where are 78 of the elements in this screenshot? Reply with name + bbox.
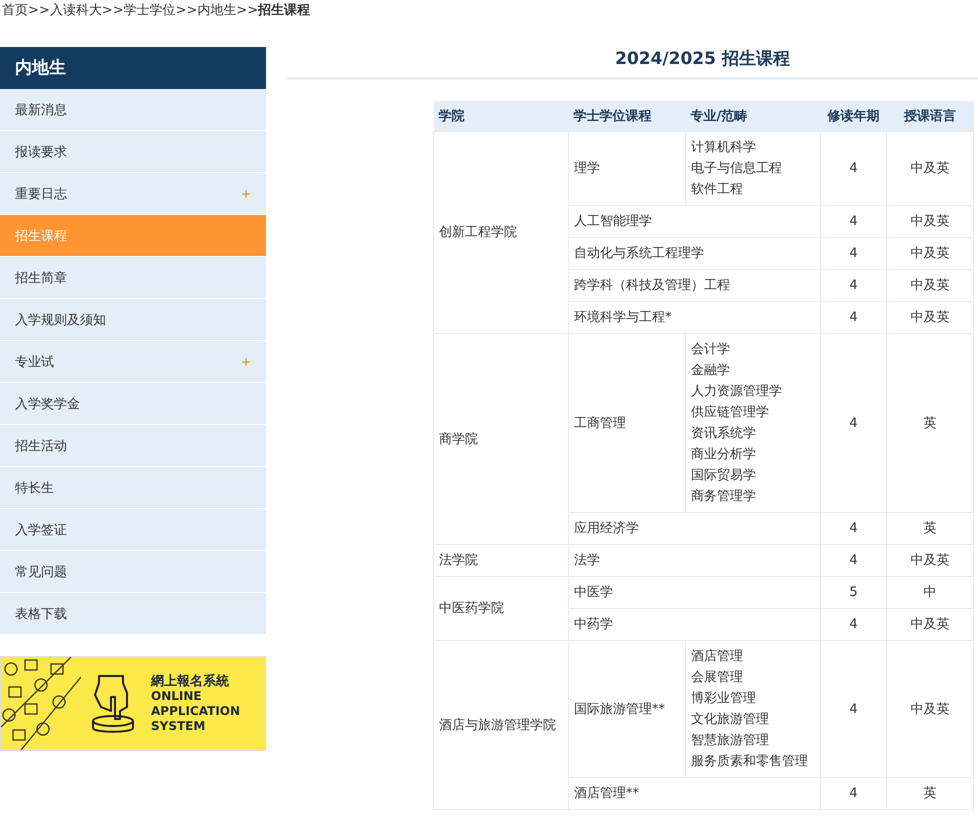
plus-icon[interactable] [242, 190, 250, 198]
column-header: 学士学位课程 [568, 101, 686, 132]
column-header: 修读年期 [820, 101, 886, 132]
programme-cell: 法学 [568, 544, 820, 576]
plus-icon[interactable] [242, 358, 250, 366]
years-cell: 4 [820, 640, 886, 778]
sidebar-item[interactable]: 招生简章 [0, 257, 266, 299]
breadcrumb-separator: >> [28, 2, 50, 18]
language-cell: 中及英 [886, 302, 974, 334]
majors-cell: 酒店管理 会展管理 博彩业管理 文化旅游管理 智慧旅游管理 服务质素和零售管理 [686, 640, 820, 778]
years-cell: 4 [820, 544, 886, 576]
banner-subtitle: APPLICATION [151, 704, 240, 718]
breadcrumb-link[interactable]: 入读科大 [50, 1, 102, 19]
language-cell: 英 [886, 334, 974, 512]
breadcrumb-link[interactable]: 内地生 [197, 1, 236, 19]
sidebar-item[interactable]: 入学规则及须知 [0, 299, 266, 341]
column-header: 授课语言 [886, 101, 974, 132]
breadcrumb-separator: >> [176, 2, 198, 18]
faculty-cell: 酒店与旅游管理学院 [434, 640, 568, 810]
breadcrumb-current: 招生课程 [258, 2, 310, 19]
years-cell: 4 [820, 238, 886, 270]
language-cell: 中及英 [886, 270, 974, 302]
majors-cell: 计算机科学 电子与信息工程 软件工程 [686, 132, 820, 206]
column-header: 学院 [434, 101, 568, 132]
programme-cell: 跨学科（科技及管理）工程 [568, 270, 820, 302]
programme-cell: 环境科学与工程* [568, 302, 820, 334]
sidebar-item[interactable]: 表格下载 [0, 593, 266, 635]
years-cell: 5 [820, 576, 886, 608]
years-cell: 4 [820, 302, 886, 334]
language-cell: 中及英 [886, 132, 974, 206]
sidebar-item[interactable]: 入学奖学金 [0, 383, 266, 425]
programme-cell: 国际旅游管理** [568, 640, 686, 778]
breadcrumb-link[interactable]: 学士学位 [124, 1, 176, 19]
years-cell: 4 [820, 132, 886, 206]
programme-cell: 应用经济学 [568, 512, 820, 544]
sidebar-item[interactable]: 报读要求 [0, 131, 266, 173]
programme-cell: 中药学 [568, 608, 820, 640]
sidebar-item[interactable]: 招生活动 [0, 425, 266, 467]
language-cell: 中及英 [886, 238, 974, 270]
banner-subtitle: SYSTEM [151, 718, 206, 734]
column-header: 专业/范畴 [686, 101, 820, 132]
language-cell: 英 [886, 512, 974, 544]
programme-cell: 中医学 [568, 576, 820, 608]
sidebar-title: 内地生 [0, 47, 266, 89]
sidebar-item[interactable]: 入学签证 [0, 509, 266, 551]
years-cell: 4 [820, 778, 886, 810]
banner-subtitle: ONLINE [151, 688, 203, 704]
breadcrumb-link[interactable]: 首页 [2, 1, 28, 19]
language-cell: 中 [886, 576, 974, 608]
faculty-cell: 中医药学院 [434, 576, 568, 640]
faculty-cell: 法学院 [434, 544, 568, 576]
language-cell: 中及英 [886, 544, 974, 576]
sidebar-item[interactable]: 专业试 [0, 341, 266, 383]
banner-title: 網上報名系統 [151, 674, 230, 688]
years-cell: 4 [820, 334, 886, 512]
years-cell: 4 [820, 608, 886, 640]
years-cell: 4 [820, 206, 886, 238]
language-cell: 英 [886, 778, 974, 810]
language-cell: 中及英 [886, 206, 974, 238]
majors-cell: 会计学 金融学 人力资源管理学 供应链管理学 资讯系统学 商业分析学 国际贸易学 商务管理学 [686, 334, 820, 512]
programme-cell: 自动化与系统工程理学 [568, 238, 820, 270]
programme-cell: 人工智能理学 [568, 206, 820, 238]
years-cell: 4 [820, 512, 886, 544]
sidebar-item[interactable]: 特长生 [0, 467, 266, 509]
programme-cell: 工商管理 [568, 334, 686, 512]
language-cell: 中及英 [886, 640, 974, 778]
breadcrumb-separator: >> [102, 2, 124, 18]
sidebar-item[interactable]: 重要日志 [0, 173, 266, 215]
page-title: 2024/2025 招生课程 [287, 47, 978, 80]
faculty-cell: 商学院 [434, 334, 568, 544]
programme-cell: 理学 [568, 132, 686, 206]
programme-cell: 酒店管理** [568, 778, 820, 810]
language-cell: 中及英 [886, 608, 974, 640]
sidebar-item[interactable]: 常见问题 [0, 551, 266, 593]
years-cell: 4 [820, 270, 886, 302]
sidebar-item[interactable]: 最新消息 [0, 89, 266, 131]
breadcrumb-separator: >> [236, 2, 258, 18]
faculty-cell: 创新工程学院 [434, 132, 568, 334]
